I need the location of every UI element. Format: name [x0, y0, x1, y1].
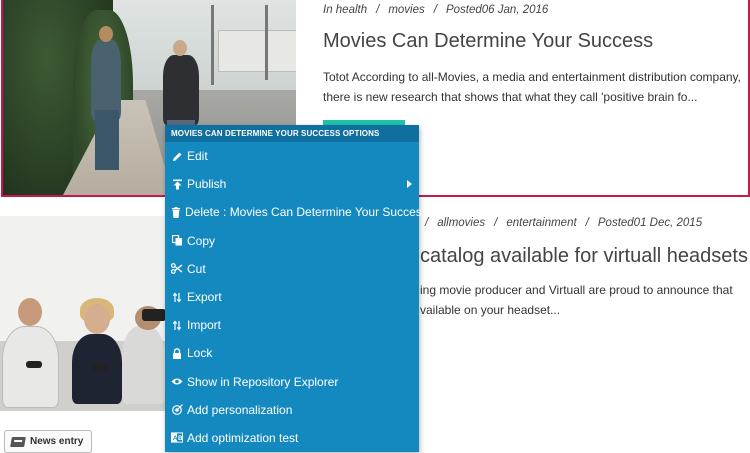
lock-icon: [171, 347, 183, 359]
meta-prefix: In health: [323, 4, 368, 16]
meta-category-allmovies[interactable]: allmovies: [437, 217, 485, 229]
newspaper-icon: [10, 436, 26, 447]
article-title[interactable]: Movies Can Determine Your Success: [323, 30, 653, 53]
article-excerpt: ing movie producer and Virtuall are prou…: [420, 283, 733, 317]
meta-category[interactable]: movies: [388, 4, 424, 16]
menu-item-publish[interactable]: Publish: [165, 170, 419, 198]
context-menu-header: MOVIES CAN DETERMINE YOUR SUCCESS OPTION…: [165, 125, 419, 142]
article-image-gamers-vr: [0, 216, 165, 411]
menu-item-edit[interactable]: Edit: [165, 142, 419, 170]
svg-text:A: A: [173, 436, 178, 443]
pencil-icon: [171, 150, 183, 162]
menu-item-import[interactable]: Import: [165, 311, 419, 339]
menu-item-add-optimization-test[interactable]: AB Add optimization test: [165, 424, 419, 452]
news-entry-badge[interactable]: News entry: [4, 430, 93, 453]
meta-posted-date: Posted01 Dec, 2015: [597, 217, 703, 229]
menu-item-copy[interactable]: Copy: [165, 227, 419, 255]
eye-icon: [171, 376, 183, 388]
context-menu-list: Edit Publish Delete : Movies Can Determi…: [165, 142, 428, 452]
meta-category-entertainment[interactable]: entertainment: [506, 217, 576, 229]
news-entry-label: News entry: [30, 436, 84, 447]
menu-item-show-in-repository[interactable]: Show in Repository Explorer: [165, 368, 419, 396]
scissors-icon: [171, 263, 183, 275]
menu-item-add-personalization[interactable]: Add personalization: [165, 396, 419, 424]
menu-item-cut[interactable]: Cut: [165, 255, 419, 283]
context-menu[interactable]: MOVIES CAN DETERMINE YOUR SUCCESS OPTION…: [165, 125, 428, 452]
target-icon: [171, 404, 183, 416]
article-meta: / allmovies / entertainment / Posted01 Dec, 2…: [425, 217, 703, 229]
ab-test-icon: AB: [171, 432, 183, 444]
submenu-arrow-icon: [407, 180, 412, 189]
svg-text:B: B: [178, 436, 183, 443]
copy-icon: [171, 235, 183, 247]
meta-posted-date: Posted06 Jan, 2016: [445, 4, 549, 16]
publish-icon: [171, 178, 183, 190]
trash-icon: [171, 206, 181, 218]
menu-item-delete[interactable]: Delete : Movies Can Determine Your Succe…: [165, 198, 428, 226]
article-meta: In health / movies / Posted06 Jan, 2016: [323, 4, 549, 16]
article-title[interactable]: catalog available for virtuall headsets …: [420, 245, 750, 268]
menu-item-export[interactable]: Export: [165, 283, 419, 311]
menu-item-lock[interactable]: Lock: [165, 339, 419, 367]
article-excerpt: Totot According to all-Movies, a media a…: [323, 70, 741, 104]
export-arrows-icon: [171, 291, 183, 303]
import-arrows-icon: [171, 319, 183, 331]
